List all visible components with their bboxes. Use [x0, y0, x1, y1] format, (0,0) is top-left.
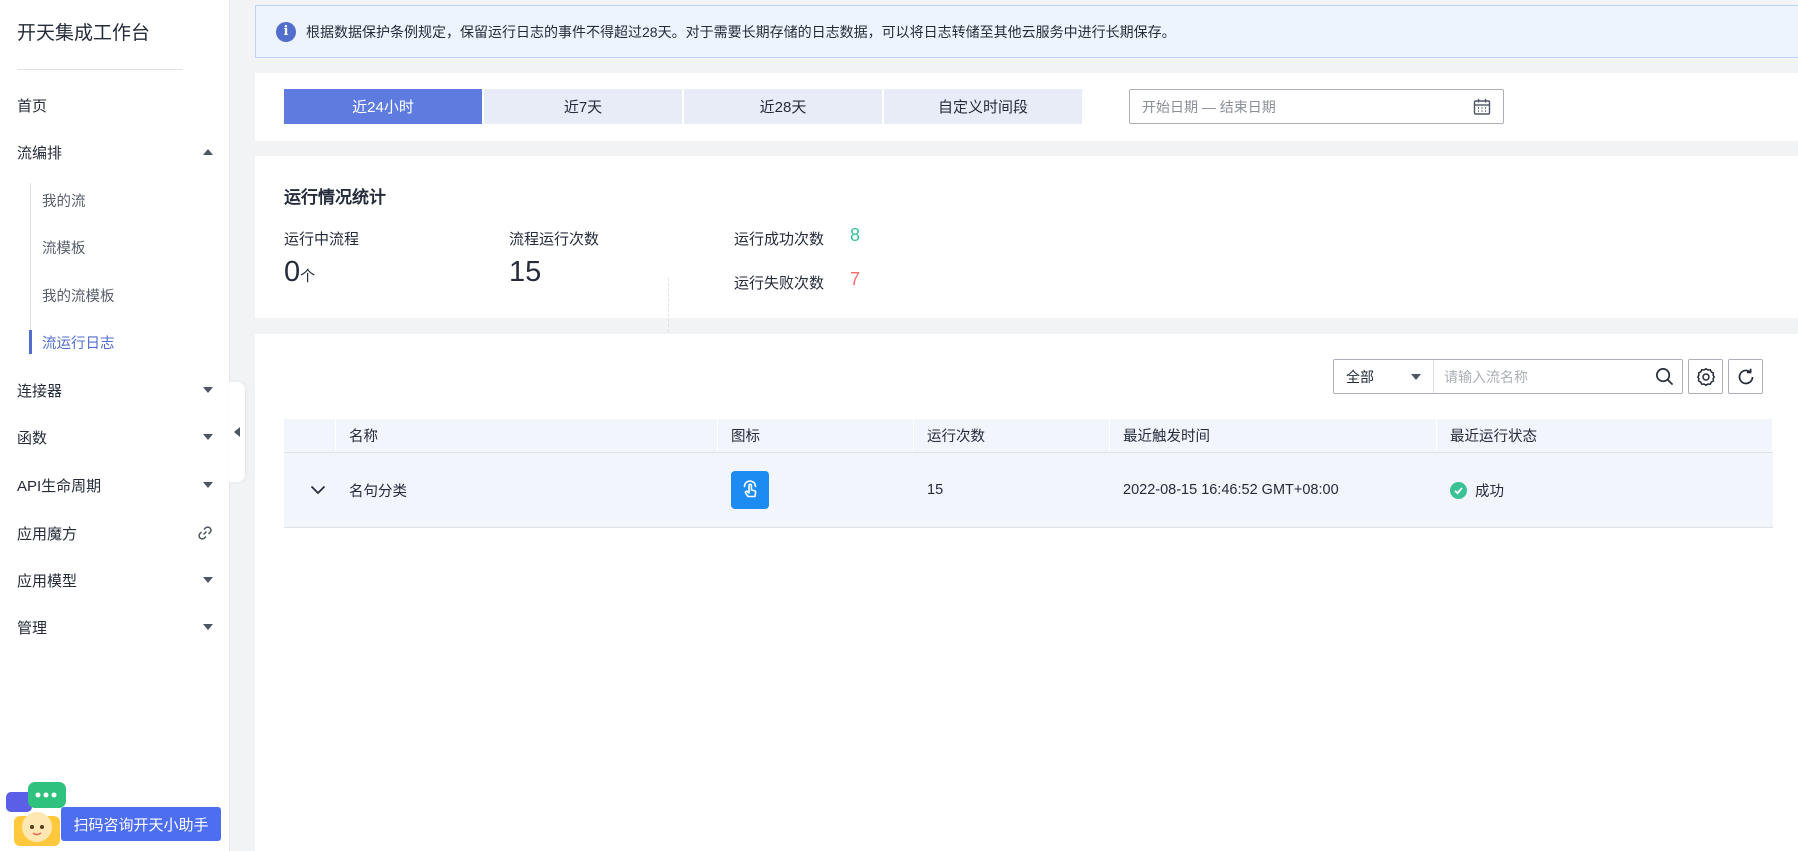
chevron-up-icon [203, 149, 213, 155]
sidebar-item-label: 连接器 [17, 382, 63, 400]
gear-icon [1696, 367, 1715, 386]
chevron-down-icon [203, 624, 213, 630]
sidebar-item-label: API生命周期 [17, 477, 102, 495]
sidebar: 开天集成工作台 首页 流编排 我的流 流模板 我的流模板 流运行日志 连接器 函… [0, 0, 230, 851]
app-title: 开天集成工作台 [17, 23, 151, 44]
row-icon-cell [718, 453, 914, 527]
flow-log-table: 名称 图标 运行次数 最近触发时间 最近运行状态 名句分类 15 2022-08… [284, 419, 1773, 528]
touch-icon [731, 471, 769, 509]
chevron-down-icon [203, 577, 213, 583]
fail-count-label: 运行失败次数 [734, 275, 825, 292]
sidebar-item-label: 流编排 [17, 144, 63, 162]
chevron-down-icon [1411, 373, 1421, 380]
chevron-down-icon [203, 482, 213, 488]
success-count-value: 8 [850, 225, 861, 245]
row-last-run-status: 成功 [1437, 453, 1773, 527]
running-flows-value: 0个 [284, 256, 315, 289]
running-flows-label: 运行中流程 [284, 231, 360, 248]
row-last-trigger-time: 2022-08-15 16:46:52 GMT+08:00 [1123, 482, 1339, 498]
row-expand-toggle[interactable] [284, 453, 336, 527]
sidebar-divider [17, 69, 183, 70]
info-icon: i [276, 21, 296, 42]
refresh-button[interactable] [1728, 359, 1763, 394]
link-icon [198, 526, 212, 540]
active-indicator [29, 330, 32, 354]
sidebar-item-label: 管理 [17, 619, 48, 637]
flow-name-search-input[interactable] [1434, 360, 1646, 393]
search-group: 全部 [1333, 359, 1683, 394]
flow-runs-value: 15 [509, 256, 542, 288]
check-circle-icon [1450, 481, 1467, 499]
header-name: 名称 [336, 419, 718, 452]
search-button[interactable] [1646, 360, 1682, 393]
header-icon: 图标 [718, 419, 914, 452]
status-filter-value: 全部 [1346, 368, 1374, 385]
tab-24h[interactable]: 近24小时 [284, 89, 482, 124]
flow-log-table-card: 全部 名称 图标 [255, 334, 1798, 851]
calendar-icon [1473, 99, 1491, 115]
row-run-count: 15 [927, 482, 944, 498]
time-range-tabs: 近24小时 近7天 近28天 自定义时间段 [284, 89, 1082, 124]
header-last-run-status: 最近运行状态 [1437, 419, 1773, 452]
tab-7d[interactable]: 近7天 [484, 89, 682, 124]
header-expand [284, 419, 336, 452]
assistant-widget[interactable]: 扫码咨询开天小助手 [4, 780, 221, 848]
date-range-placeholder: 开始日期 — 结束日期 [1142, 98, 1276, 115]
sidebar-item-management[interactable]: 管理 [17, 613, 213, 641]
sidebar-item-app-models[interactable]: 应用模型 [17, 566, 213, 594]
sidebar-item-label: 应用魔方 [17, 525, 78, 543]
refresh-icon [1738, 368, 1753, 384]
sidebar-item-api-lifecycle[interactable]: API生命周期 [17, 471, 213, 499]
settings-button[interactable] [1688, 359, 1723, 394]
running-flows-unit: 个 [300, 268, 316, 285]
table-header: 名称 图标 运行次数 最近触发时间 最近运行状态 [284, 419, 1773, 453]
tab-custom-range[interactable]: 自定义时间段 [884, 89, 1082, 124]
sidebar-subitem-flow-run-logs[interactable]: 流运行日志 [42, 330, 115, 354]
sidebar-item-home[interactable]: 首页 [17, 91, 213, 119]
tab-28d[interactable]: 近28天 [684, 89, 882, 124]
header-last-trigger-time: 最近触发时间 [1110, 419, 1437, 452]
success-count-label: 运行成功次数 [734, 231, 825, 248]
stats-title: 运行情况统计 [284, 188, 386, 207]
chevron-left-icon [234, 427, 240, 437]
sidebar-item-label: 函数 [17, 429, 48, 447]
chevron-down-icon [310, 485, 326, 495]
chevron-down-icon [203, 387, 213, 393]
flow-runs-label: 流程运行次数 [509, 231, 600, 248]
sidebar-item-label: 应用模型 [17, 572, 78, 590]
search-icon [1655, 368, 1673, 386]
fail-count-value: 7 [850, 269, 861, 289]
running-flows-number: 0 [284, 256, 301, 288]
status-filter-select[interactable]: 全部 [1334, 360, 1434, 393]
assistant-button[interactable]: 扫码咨询开天小助手 [61, 807, 221, 841]
notice-text: 根据数据保护条例规定，保留运行日志的事件不得超过28天。对于需要长期存储的日志数… [306, 23, 1176, 40]
sidebar-item-functions[interactable]: 函数 [17, 423, 213, 451]
sidebar-collapse-handle[interactable] [229, 382, 245, 482]
chevron-down-icon [203, 434, 213, 440]
date-range-picker[interactable]: 开始日期 — 结束日期 [1129, 89, 1504, 124]
sidebar-item-connectors[interactable]: 连接器 [17, 376, 213, 404]
row-flow-name: 名句分类 [349, 483, 407, 500]
sidebar-subitem-my-flow-templates[interactable]: 我的流模板 [42, 283, 115, 307]
sidebar-subitem-flow-templates[interactable]: 流模板 [42, 235, 86, 259]
time-filter-card: 近24小时 近7天 近28天 自定义时间段 开始日期 — 结束日期 [255, 73, 1798, 141]
run-stats-card: 运行情况统计 运行中流程 0个 流程运行次数 15 运行成功次数 8 运行失败次… [255, 156, 1798, 363]
sidebar-item-app-cube[interactable]: 应用魔方 [17, 519, 213, 547]
sidebar-item-flow-orchestration[interactable]: 流编排 [17, 138, 213, 166]
table-row[interactable]: 名句分类 15 2022-08-15 16:46:52 GMT+08:00 成功 [284, 453, 1773, 528]
retention-notice: i 根据数据保护条例规定，保留运行日志的事件不得超过28天。对于需要长期存储的日… [255, 5, 1798, 58]
header-run-count: 运行次数 [914, 419, 1110, 452]
table-toolbar: 全部 [1333, 359, 1763, 394]
sidebar-subitem-my-flows[interactable]: 我的流 [42, 188, 86, 212]
sidebar-item-label: 首页 [17, 97, 48, 115]
status-text: 成功 [1475, 483, 1504, 500]
